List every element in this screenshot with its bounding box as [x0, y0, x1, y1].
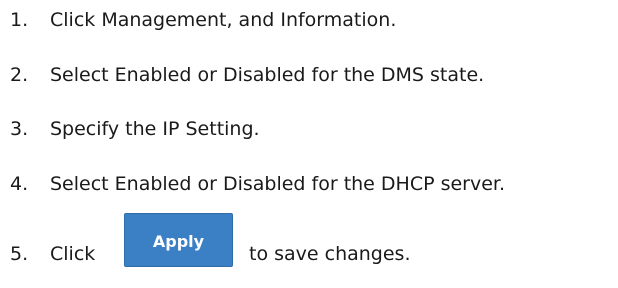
step-1: 1. Click Management, and Information.	[10, 8, 396, 32]
step-number: 1.	[10, 9, 29, 31]
step-number: 3.	[10, 118, 29, 140]
step-2: 2. Select Enabled or Disabled for the DM…	[10, 63, 484, 87]
step-3: 3. Specify the IP Setting.	[10, 117, 260, 141]
step-number: 5.	[10, 243, 29, 265]
step-text: Click Management, and Information.	[50, 9, 397, 31]
apply-button[interactable]: Apply	[124, 213, 233, 267]
step-number: 2.	[10, 64, 29, 86]
step-text-after: to save changes.	[249, 243, 411, 265]
step-4: 4. Select Enabled or Disabled for the DH…	[10, 172, 505, 196]
step-number: 4.	[10, 173, 29, 195]
step-text-before: Click	[50, 243, 96, 265]
step-text: Specify the IP Setting.	[50, 118, 260, 140]
step-text: Select Enabled or Disabled for the DHCP …	[50, 173, 506, 195]
step-5: 5. Click	[10, 242, 95, 266]
step-text: Select Enabled or Disabled for the DMS s…	[50, 64, 485, 86]
